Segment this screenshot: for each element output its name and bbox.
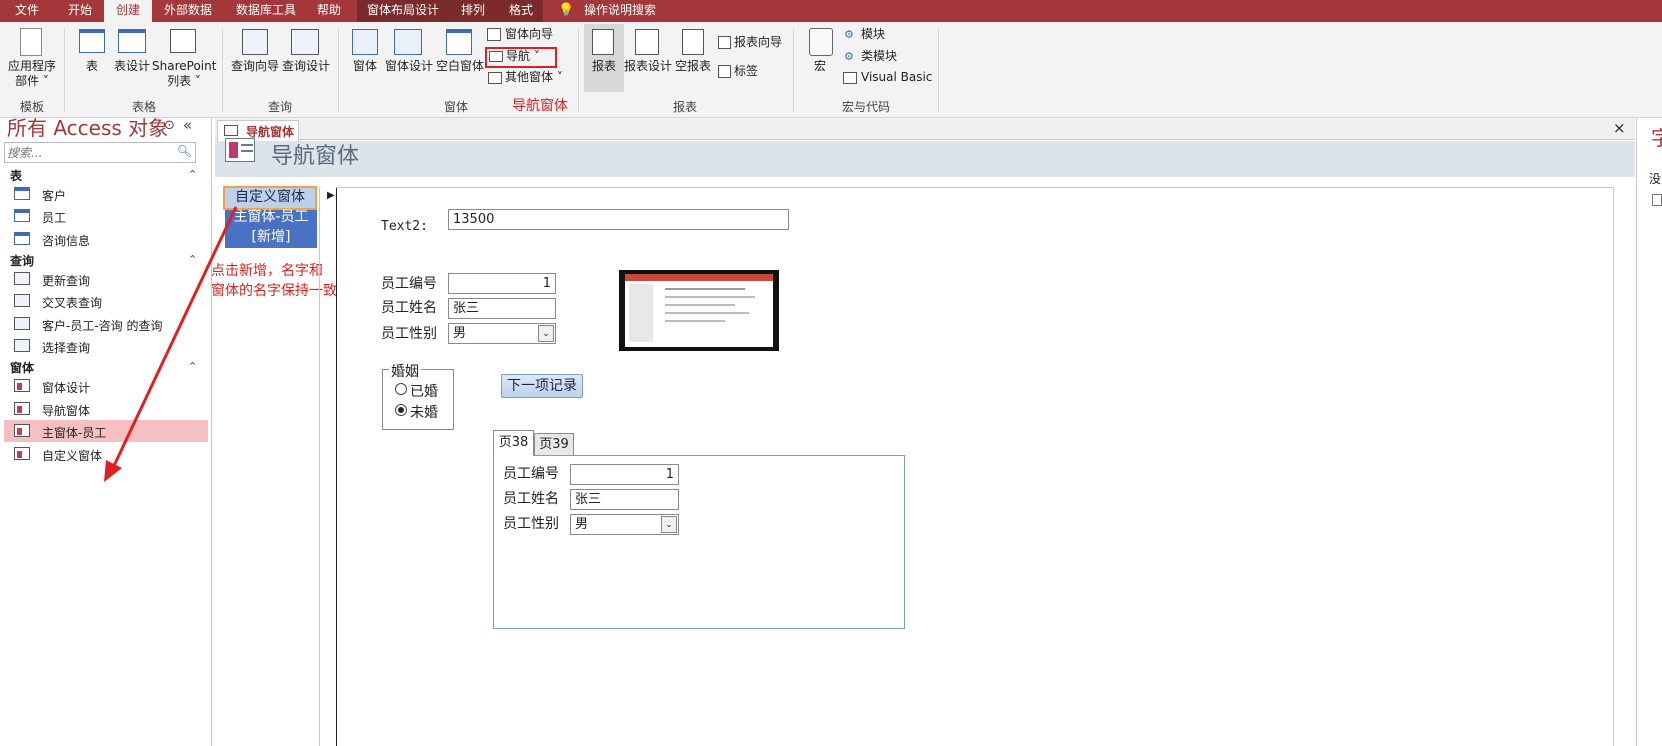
tab-page38[interactable]: 页38 [493,430,534,456]
annotation-arrow [104,206,238,482]
